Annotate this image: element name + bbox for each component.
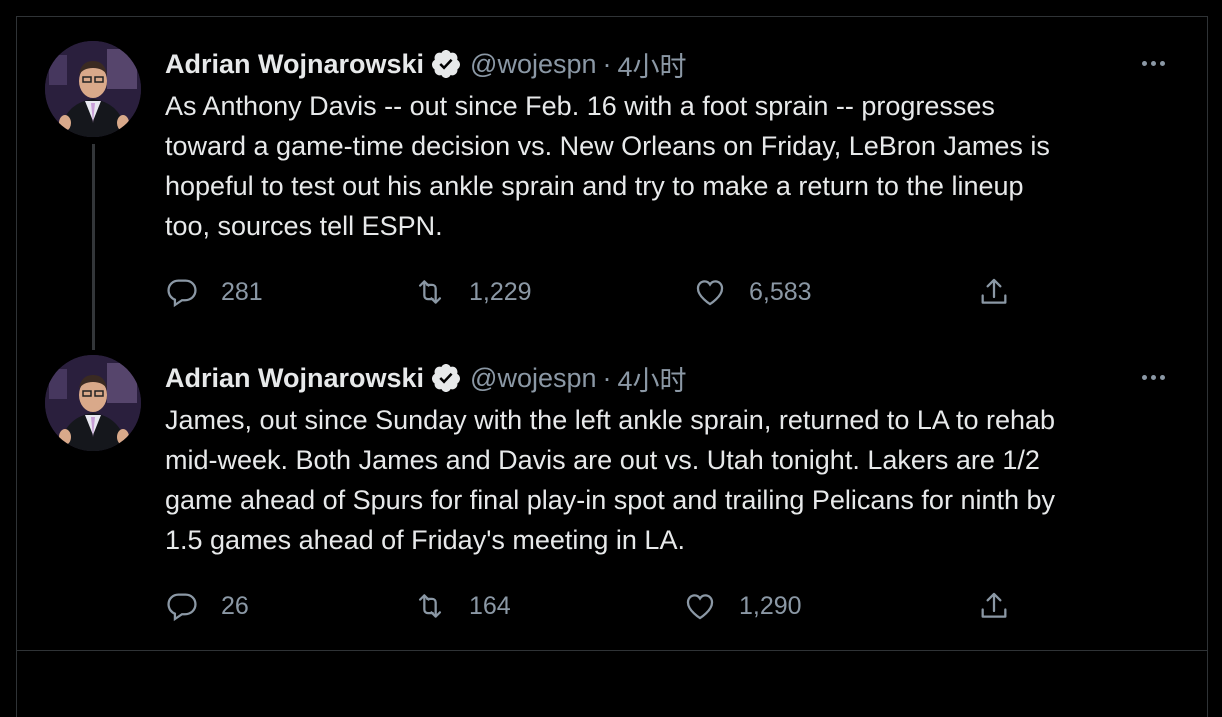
tweet-actions: 281 1,229 6,583 [165,272,1045,312]
like-icon [696,280,724,306]
reply-button[interactable]: 281 [165,272,263,312]
separator: · [602,362,612,393]
author-handle[interactable]: @wojespn [470,49,596,80]
retweet-button[interactable]: 164 [413,586,511,626]
timestamp[interactable]: 4小时 [618,45,687,84]
thread-line [92,144,95,350]
retweet-icon [418,280,442,304]
like-icon [686,594,714,620]
share-icon [981,592,1007,618]
like-count: 6,583 [749,277,812,306]
separator: · [602,48,612,79]
retweet-count: 164 [469,591,511,620]
share-button[interactable] [977,272,1011,312]
tweet-actions: 26 164 1,290 [165,586,1045,626]
verified-badge-icon [430,362,462,394]
tweet-text: James, out since Sunday with the left an… [165,405,1056,555]
share-icon [981,278,1007,304]
verified-badge-icon [430,48,462,80]
retweet-count: 1,229 [469,277,532,306]
author-name[interactable]: Adrian Wojnarowski [165,363,424,394]
share-button[interactable] [977,586,1011,626]
more-icon[interactable] [1135,362,1171,392]
tweet-header: Adrian Wojnarowski @wojespn · 4小时 [165,44,687,84]
reply-icon [167,279,197,308]
timestamp[interactable]: 4小时 [618,359,687,398]
like-button[interactable]: 1,290 [683,586,802,626]
retweet-icon [418,594,442,618]
divider [16,650,1208,651]
reply-icon [167,593,197,622]
reply-button[interactable]: 26 [165,586,249,626]
tweet-header: Adrian Wojnarowski @wojespn · 4小时 [165,358,687,398]
avatar[interactable] [45,41,141,137]
retweet-button[interactable]: 1,229 [413,272,532,312]
author-name[interactable]: Adrian Wojnarowski [165,49,424,80]
author-handle[interactable]: @wojespn [470,363,596,394]
reply-count: 26 [221,591,249,620]
reply-count: 281 [221,277,263,306]
more-icon[interactable] [1135,48,1171,78]
like-count: 1,290 [739,591,802,620]
tweet-text: As Anthony Davis -- out since Feb. 16 wi… [165,91,1050,241]
like-button[interactable]: 6,583 [693,272,812,312]
avatar[interactable] [45,355,141,451]
